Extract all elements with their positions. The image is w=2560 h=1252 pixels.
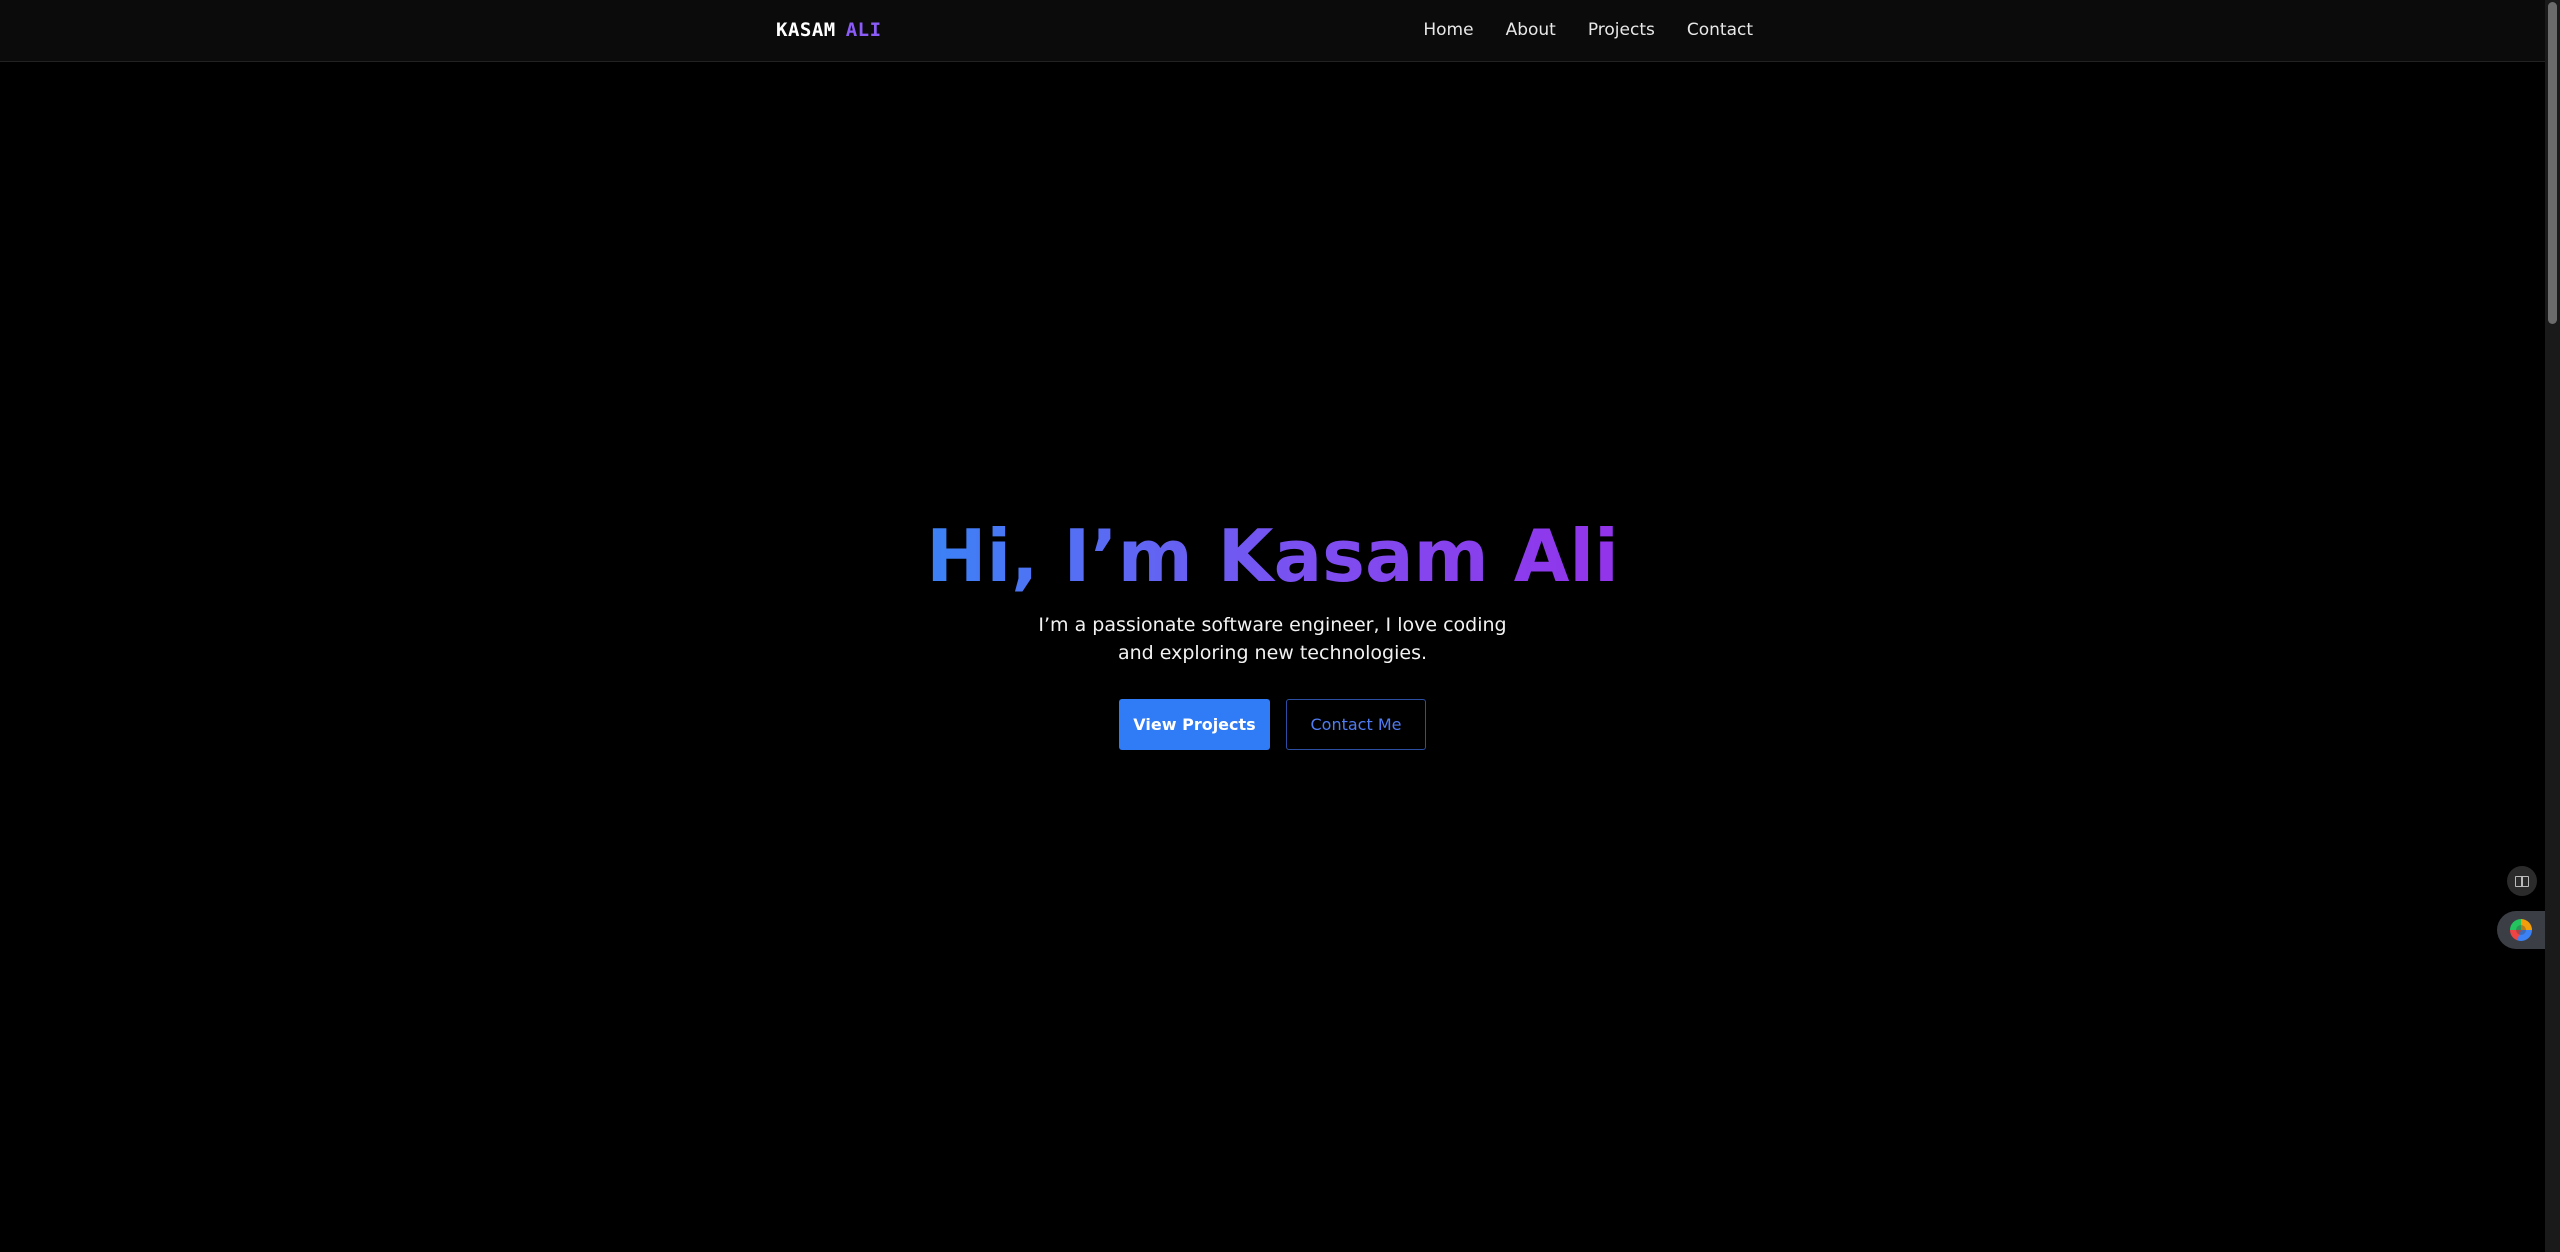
hero-section: Hi, I’m Kasam Ali I’m a passionate softw… (0, 500, 2545, 750)
logo-first-word: KASAM (776, 19, 836, 41)
contact-me-button[interactable]: Contact Me (1286, 699, 1426, 750)
nav-link-contact[interactable]: Contact (1687, 19, 1753, 41)
view-projects-button[interactable]: View Projects (1119, 699, 1270, 750)
logo-second-word: ALI (845, 19, 882, 41)
hero-title: Hi, I’m Kasam Ali (926, 500, 1619, 612)
nav-link-about[interactable]: About (1506, 19, 1556, 41)
navbar: KASAM ALI Home About Projects Contact (0, 0, 2545, 62)
nav-links: Home About Projects Contact (1423, 19, 1753, 41)
globe-icon (2510, 919, 2532, 941)
scrollbar-thumb[interactable] (2548, 2, 2557, 324)
reader-toggle-button[interactable] (2507, 866, 2537, 896)
book-icon (2515, 875, 2529, 887)
extension-widget-button[interactable] (2497, 911, 2545, 949)
hero-buttons: View Projects Contact Me (0, 699, 2545, 750)
page: KASAM ALI Home About Projects Contact Hi,… (0, 0, 2560, 1252)
site-logo[interactable]: KASAM ALI (776, 19, 882, 41)
nav-link-projects[interactable]: Projects (1588, 19, 1655, 41)
scrollbar[interactable] (2545, 0, 2560, 1252)
nav-link-home[interactable]: Home (1423, 19, 1473, 41)
hero-subtitle: I’m a passionate software engineer, I lo… (1038, 614, 1507, 664)
